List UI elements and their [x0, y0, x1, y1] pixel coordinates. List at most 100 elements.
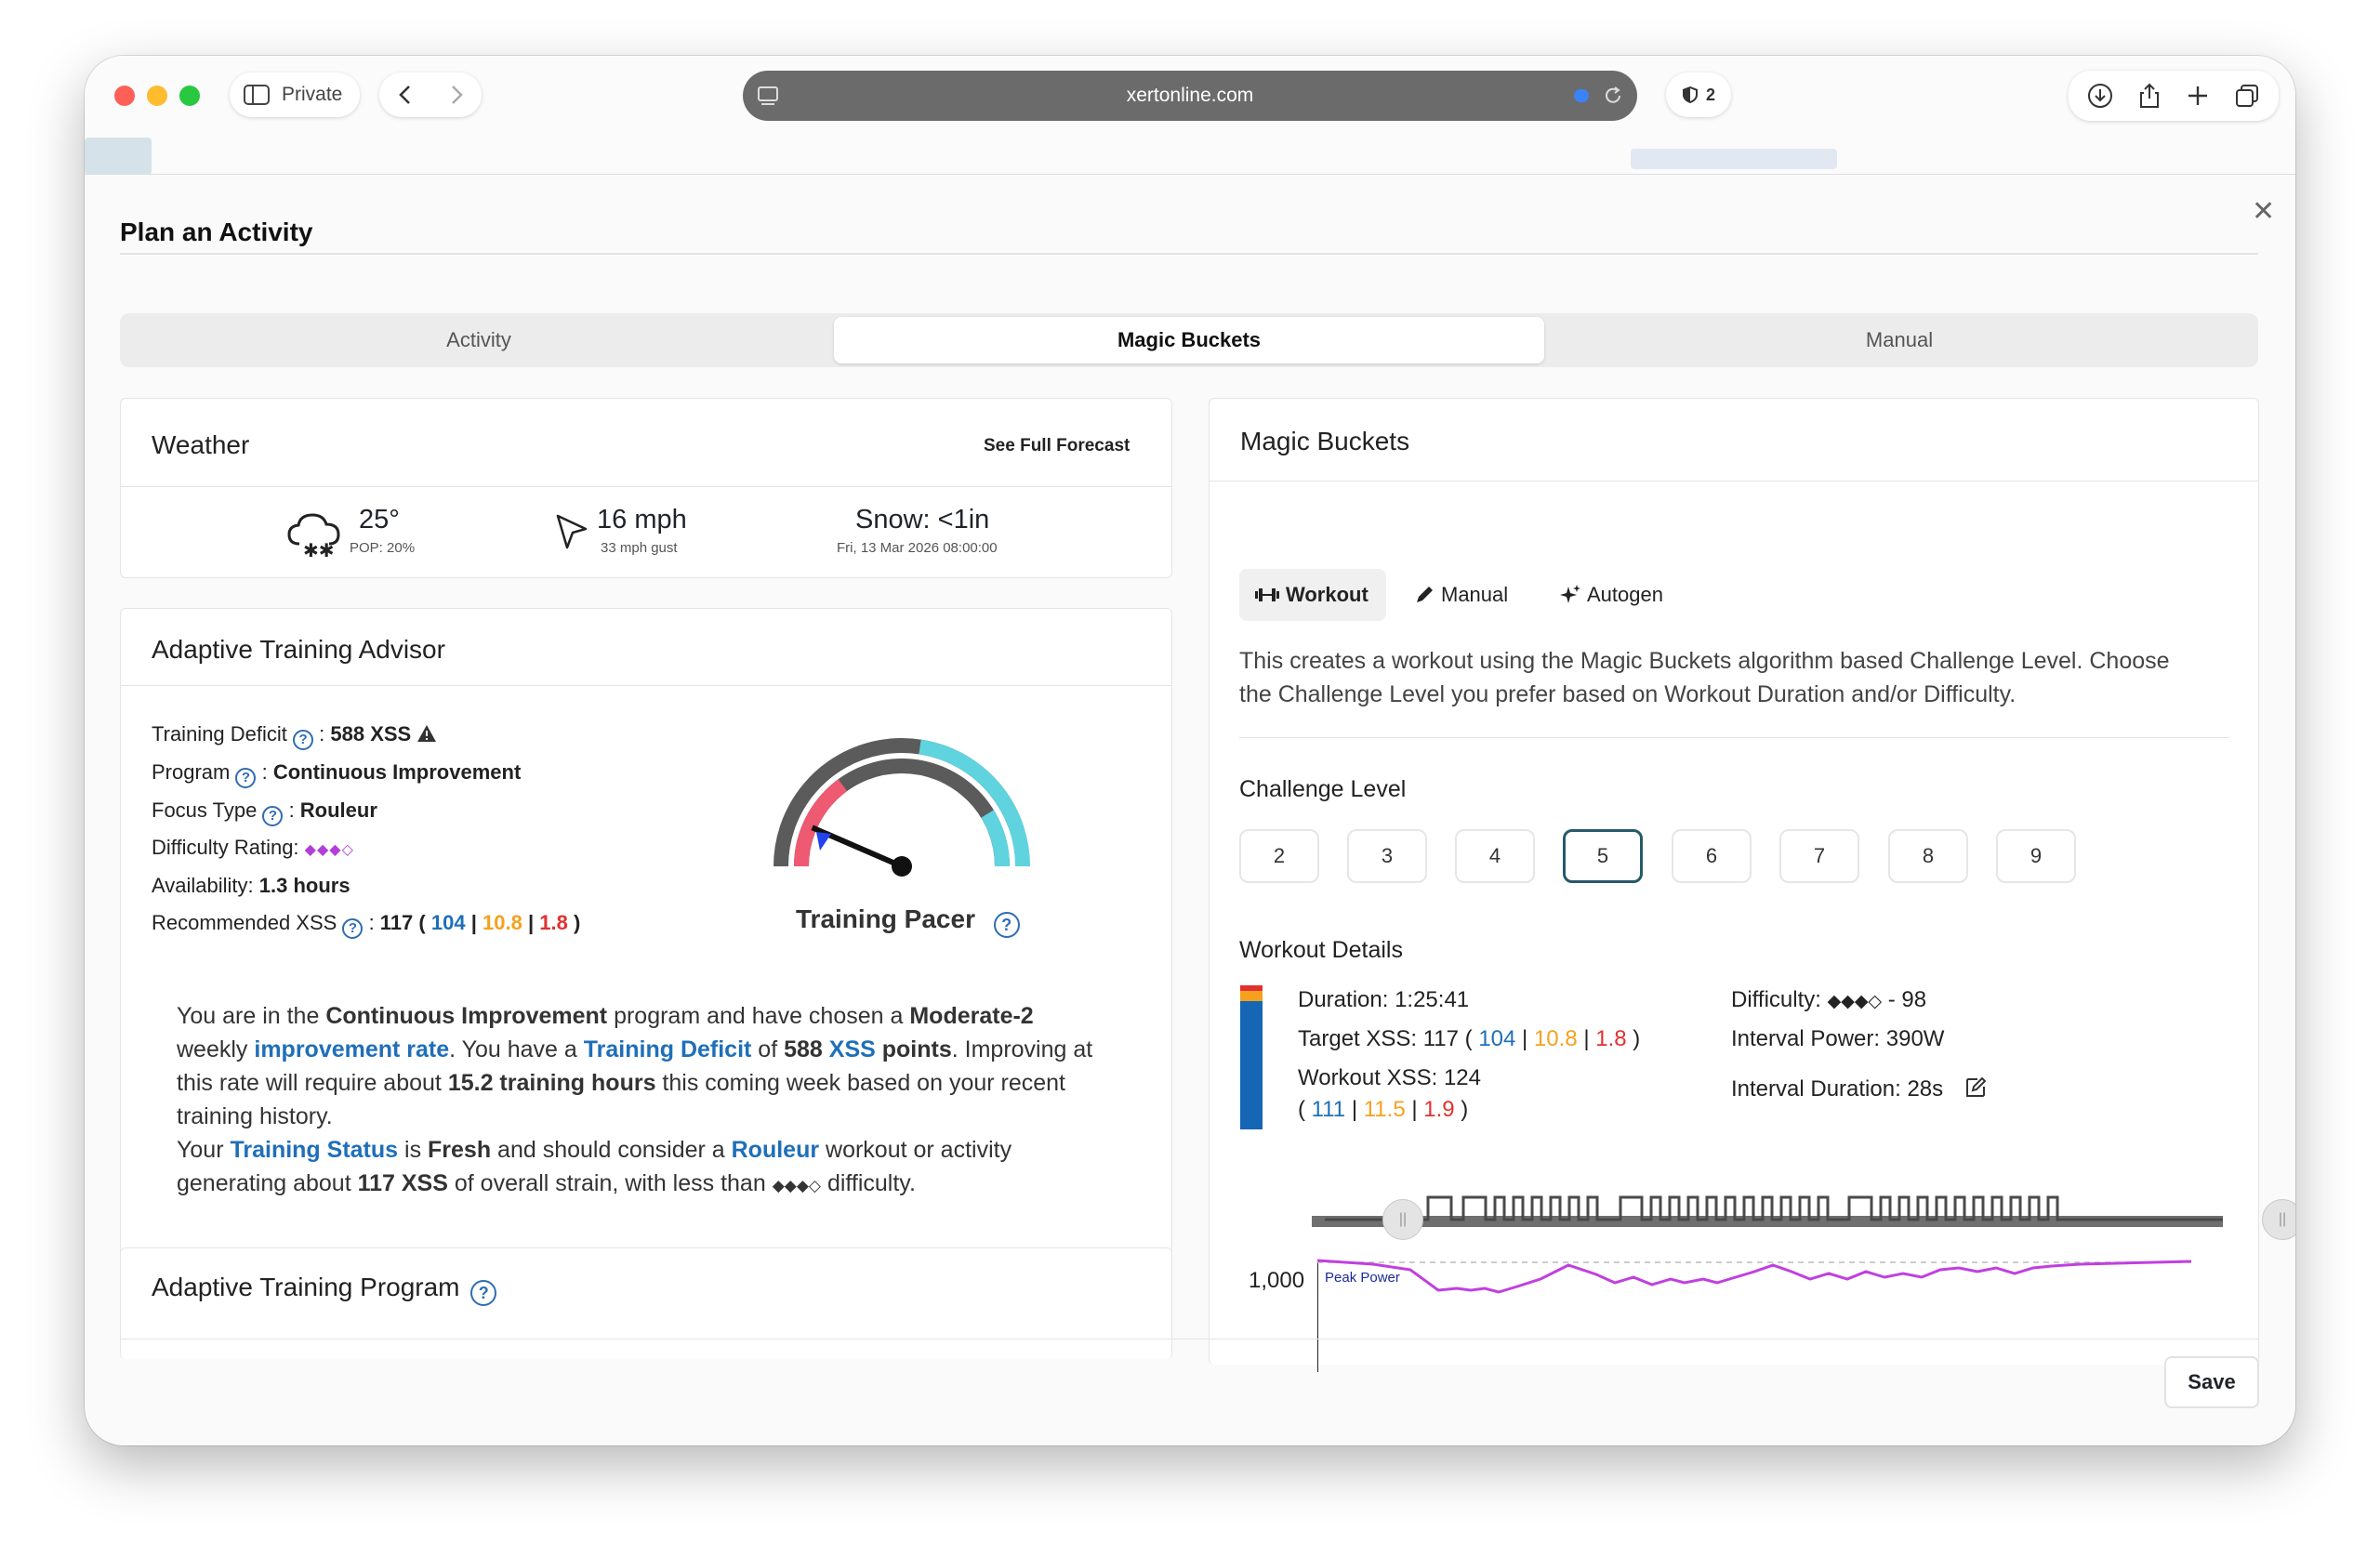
- challenge-level-option[interactable]: 5: [1563, 829, 1643, 883]
- challenge-level-option[interactable]: 6: [1672, 829, 1752, 883]
- tab-overview-icon[interactable]: [2233, 82, 2261, 110]
- wind-speed: 16 mph: [597, 505, 687, 534]
- subtab-autogen[interactable]: Autogen: [1559, 569, 1680, 621]
- private-label: Private: [282, 84, 343, 105]
- close-icon[interactable]: ✕: [2252, 195, 2275, 228]
- text-hours: 15.2 training hours: [447, 1070, 656, 1096]
- divider: [121, 486, 1171, 487]
- background-page-thumb: [85, 138, 152, 175]
- challenge-level-option[interactable]: 3: [1347, 829, 1427, 883]
- tab-magic-buckets[interactable]: Magic Buckets: [834, 317, 1544, 363]
- tab-manual[interactable]: Manual: [1544, 317, 2254, 363]
- training-program-title: Adaptive Training Program ?: [152, 1273, 497, 1306]
- advisor-card: Adaptive Training Advisor Training Defic…: [120, 608, 1172, 1272]
- program-label: Program: [152, 760, 231, 784]
- weather-card: Weather See Full Forecast ✱✱ 25° POP: 20…: [120, 398, 1172, 578]
- description-line: This creates a workout using the Magic B…: [1239, 648, 2170, 674]
- difficulty-diamonds: ◆◆◆◇: [772, 1177, 821, 1194]
- challenge-level-option[interactable]: 4: [1455, 829, 1535, 883]
- private-tab-group[interactable]: Private: [230, 73, 360, 117]
- warning-icon: [417, 725, 437, 742]
- gauge-target-marker: [816, 832, 831, 851]
- text: this rate will require about: [177, 1070, 448, 1096]
- download-icon[interactable]: [2086, 82, 2114, 110]
- target-xss-total: 117: [1422, 1026, 1459, 1051]
- zoom-window-button[interactable]: [179, 86, 200, 106]
- difficulty-diamonds: ◆◆◆◇: [304, 842, 354, 858]
- share-icon[interactable]: [2135, 82, 2163, 110]
- text: generating about: [177, 1170, 358, 1196]
- challenge-level-option[interactable]: 2: [1239, 829, 1319, 883]
- shield-button[interactable]: 2: [1666, 73, 1731, 117]
- help-icon[interactable]: ?: [262, 806, 284, 826]
- text: . Improving at: [951, 1036, 1093, 1062]
- text-deficit: 588: [784, 1036, 823, 1062]
- peak-power-legend: Peak Power: [1325, 1270, 1400, 1286]
- text: workout or activity: [819, 1137, 1012, 1163]
- difficulty-label: Difficulty Rating:: [152, 836, 299, 859]
- range-handle-end[interactable]: ||: [2262, 1199, 2295, 1240]
- workout-xss-breakdown: ( 111 | 11.5 | 1.9 ): [1298, 1097, 1469, 1122]
- weather-title: Weather: [152, 430, 250, 459]
- subtab-workout[interactable]: Workout: [1239, 569, 1386, 621]
- edit-icon[interactable]: [1964, 1076, 1987, 1099]
- pencil-icon: [1417, 587, 1433, 602]
- text-rate: Moderate-2: [909, 1003, 1034, 1029]
- see-full-forecast-link[interactable]: See Full Forecast: [984, 436, 1130, 456]
- workout-profile-slider[interactable]: [1293, 1134, 2260, 1246]
- difficulty-value: - 98: [1887, 987, 1927, 1012]
- xss-link[interactable]: XSS: [829, 1036, 876, 1062]
- text-status: Fresh: [428, 1137, 492, 1163]
- new-tab-icon[interactable]: [2184, 82, 2212, 110]
- target-xss-low: 104: [1478, 1026, 1516, 1051]
- svg-text:✱✱: ✱✱: [303, 539, 335, 561]
- text-program: Continuous Improvement: [325, 1003, 608, 1029]
- help-icon[interactable]: ?: [235, 768, 257, 788]
- back-icon[interactable]: [395, 83, 416, 107]
- help-icon[interactable]: ?: [342, 918, 364, 939]
- interval-power-label: Interval Power:: [1731, 1026, 1881, 1051]
- range-handle-start[interactable]: ||: [1382, 1199, 1423, 1240]
- minimize-window-button[interactable]: [147, 86, 167, 106]
- availability-value: 1.3 hours: [258, 874, 350, 897]
- duration-row: Duration: 1:25:41: [1298, 987, 1469, 1013]
- training-deficit-link[interactable]: Training Deficit: [584, 1036, 752, 1062]
- text: of overall strain, with less than: [447, 1170, 773, 1196]
- challenge-level-title: Challenge Level: [1239, 776, 1407, 802]
- reload-icon[interactable]: [1602, 85, 1624, 107]
- training-status-link[interactable]: Training Status: [230, 1137, 398, 1163]
- nav-buttons: [379, 73, 482, 117]
- save-button[interactable]: Save: [2164, 1356, 2259, 1408]
- divider: [120, 253, 2258, 255]
- text: is: [398, 1137, 429, 1163]
- duration-value: 1:25:41: [1395, 987, 1470, 1012]
- text: . You have a: [449, 1036, 584, 1062]
- text: difficulty.: [821, 1170, 916, 1196]
- text-xss: 117 XSS: [357, 1170, 448, 1196]
- improvement-rate-link[interactable]: improvement rate: [254, 1036, 449, 1062]
- url-text: xertonline.com: [1126, 85, 1254, 106]
- pop: POP: 20%: [350, 540, 416, 556]
- challenge-level-option[interactable]: 8: [1888, 829, 1968, 883]
- text: Your: [177, 1137, 231, 1163]
- help-icon[interactable]: ?: [293, 730, 314, 750]
- close-window-button[interactable]: [114, 86, 135, 106]
- page-menu-icon[interactable]: [756, 85, 780, 107]
- workout-details-title: Workout Details: [1239, 937, 1403, 963]
- program-value: Continuous Improvement: [272, 760, 522, 784]
- challenge-level-option[interactable]: 7: [1779, 829, 1859, 883]
- help-icon[interactable]: ?: [470, 1280, 497, 1306]
- challenge-level-option[interactable]: 9: [1996, 829, 2076, 883]
- browser-window: Private xertonline.com 2 Plan an Activit…: [85, 56, 2295, 1445]
- rouleur-link[interactable]: Rouleur: [732, 1137, 819, 1163]
- audio-indicator-icon: [1574, 89, 1589, 102]
- forward-icon[interactable]: [446, 83, 467, 107]
- subtab-autogen-label: Autogen: [1587, 583, 1663, 606]
- help-icon[interactable]: ?: [993, 912, 1020, 938]
- gauge-hub: [892, 856, 912, 877]
- difficulty-row: Difficulty: ◆◆◆◇ - 98: [1731, 987, 1926, 1013]
- tab-activity[interactable]: Activity: [124, 317, 834, 363]
- url-bar[interactable]: xertonline.com: [743, 71, 1637, 121]
- xss-bucket-bar: [1240, 985, 1263, 1129]
- subtab-manual[interactable]: Manual: [1413, 569, 1525, 621]
